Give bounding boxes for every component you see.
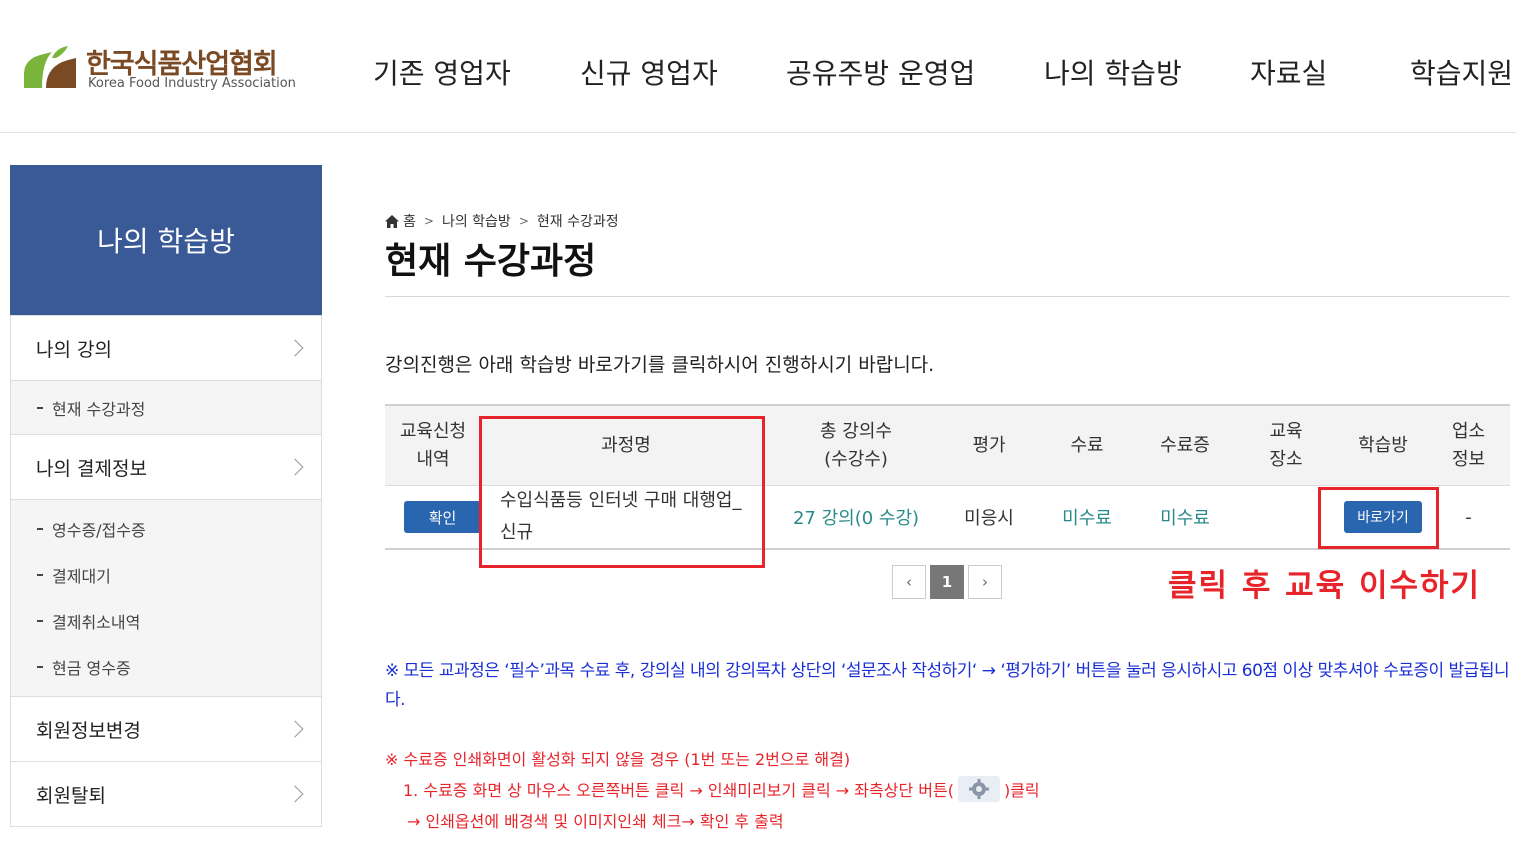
sidebar-item-label: 회원탈퇴 bbox=[36, 784, 106, 807]
sidebar-submenu-lectures: 현재 수강과정 bbox=[11, 380, 321, 434]
highlight-go-button-box bbox=[1318, 487, 1439, 549]
sidebar-subitem-label: 현금 영수증 bbox=[52, 659, 131, 678]
breadcrumb: 홈 > 나의 학습방 > 현재 수강과정 bbox=[385, 211, 619, 231]
logo-icon bbox=[24, 46, 76, 88]
dash-icon bbox=[37, 666, 43, 668]
nav-resources[interactable]: 자료실 bbox=[1250, 52, 1327, 92]
chevron-right-icon bbox=[286, 720, 304, 738]
dash-icon bbox=[37, 528, 43, 530]
sidebar-subitem-payment-cancel[interactable]: 결제취소내역 bbox=[11, 598, 321, 644]
col-business-info: 업소 정보 bbox=[1451, 421, 1486, 470]
col-place: 교육 장소 bbox=[1269, 421, 1303, 470]
pagination-prev-button[interactable]: ‹ bbox=[892, 565, 926, 599]
cell-certificate: 미수료 bbox=[1160, 508, 1210, 529]
cell-evaluation: 미응시 bbox=[964, 508, 1014, 529]
nav-shared-kitchen[interactable]: 공유주방 운영업 bbox=[786, 52, 975, 92]
gear-icon bbox=[957, 776, 1000, 802]
sidebar-item-edit-member[interactable]: 회원정보변경 bbox=[11, 696, 321, 761]
breadcrumb-home[interactable]: 홈 bbox=[403, 211, 416, 231]
chevron-right-icon: > bbox=[423, 214, 434, 228]
breadcrumb-current: 현재 수강과정 bbox=[536, 214, 619, 230]
sidebar-title: 나의 학습방 bbox=[10, 165, 322, 315]
pagination-page-1[interactable]: 1 bbox=[930, 565, 964, 599]
sidebar-subitem-label: 결제대기 bbox=[52, 567, 111, 586]
chevron-right-icon bbox=[286, 458, 304, 476]
sidebar-subitem-label: 현재 수강과정 bbox=[52, 399, 146, 419]
nav-existing-business[interactable]: 기존 영업자 bbox=[373, 52, 511, 92]
sidebar-item-label: 회원정보변경 bbox=[36, 719, 141, 742]
instruction-callout: 클릭 후 교육 이수하기 bbox=[1168, 568, 1482, 604]
site-logo[interactable]: 한국식품산업협회 Korea Food Industry Association bbox=[22, 42, 322, 96]
chevron-right-icon bbox=[286, 339, 304, 357]
nav-learning-support[interactable]: 학습지원 bbox=[1410, 52, 1513, 92]
dash-icon bbox=[37, 574, 43, 576]
sidebar-item-my-lectures[interactable]: 나의 강의 bbox=[11, 315, 321, 380]
notice-step-1-suffix: )클릭 bbox=[1003, 781, 1040, 800]
nav-new-business[interactable]: 신규 영업자 bbox=[580, 52, 718, 92]
confirm-button[interactable]: 확인 bbox=[403, 501, 482, 533]
sidebar-item-withdraw[interactable]: 회원탈퇴 bbox=[11, 761, 321, 826]
pagination-next-button[interactable]: › bbox=[968, 565, 1002, 599]
col-certificate: 수료증 bbox=[1160, 435, 1210, 456]
col-completion: 수료 bbox=[1070, 435, 1104, 456]
sidebar-subitem-label: 영수증/접수증 bbox=[52, 521, 146, 540]
title-divider bbox=[385, 296, 1510, 297]
page-title: 현재 수강과정 bbox=[385, 241, 597, 282]
col-lectures: 총 강의수 (수강수) bbox=[820, 421, 892, 470]
sidebar-subitem-receipts[interactable]: 영수증/접수증 bbox=[11, 506, 321, 552]
notice-step-1-text: 1. 수료증 화면 상 마우스 오른쪽버튼 클릭 → 인쇄미리보기 클릭 → 좌… bbox=[403, 781, 954, 800]
sidebar-subitem-label: 결제취소내역 bbox=[52, 613, 141, 632]
cell-business-info: - bbox=[1465, 506, 1472, 528]
nav-my-learning[interactable]: 나의 학습방 bbox=[1044, 52, 1182, 92]
sidebar-submenu-payment: 영수증/접수증 결제대기 결제취소내역 현금 영수증 bbox=[11, 499, 321, 696]
site-header: 한국식품산업협회 Korea Food Industry Association… bbox=[0, 0, 1516, 133]
notice-step-1: 1. 수료증 화면 상 마우스 오른쪽버튼 클릭 → 인쇄미리보기 클릭 → 좌… bbox=[403, 776, 1040, 802]
sidebar-item-label: 나의 강의 bbox=[36, 338, 112, 361]
col-learning-room: 학습방 bbox=[1358, 435, 1408, 456]
guide-text: 강의진행은 아래 학습방 바로가기를 클릭하시어 진행하시기 바랍니다. bbox=[385, 354, 935, 376]
sidebar-menu: 나의 강의 현재 수강과정 나의 결제정보 영수증/접수증 결제대기 결제취소내… bbox=[10, 315, 322, 827]
dash-icon bbox=[37, 620, 43, 622]
breadcrumb-my-learning[interactable]: 나의 학습방 bbox=[442, 211, 511, 231]
sidebar-subitem-cash-receipt[interactable]: 현금 영수증 bbox=[11, 644, 321, 690]
dash-icon bbox=[37, 406, 43, 409]
notice-evaluation: ※ 모든 교과정은 ‘필수’과목 수료 후, 강의실 내의 강의목차 상단의 ‘… bbox=[385, 661, 1510, 710]
notice-certificate-title: ※ 수료증 인쇄화면이 활성화 되지 않을 경우 (1번 또는 2번으로 해결) bbox=[385, 750, 851, 769]
col-evaluation: 평가 bbox=[972, 435, 1006, 456]
sidebar-item-payment-info[interactable]: 나의 결제정보 bbox=[11, 434, 321, 499]
logo-english-text: Korea Food Industry Association bbox=[88, 76, 296, 91]
sidebar-item-label: 나의 결제정보 bbox=[36, 457, 147, 480]
cell-completion: 미수료 bbox=[1062, 508, 1112, 529]
cell-lectures: 27 강의(0 수강) bbox=[792, 508, 920, 529]
col-application: 교육신청 내역 bbox=[399, 421, 467, 470]
highlight-course-name-box bbox=[479, 416, 765, 568]
home-icon bbox=[385, 214, 399, 228]
chevron-right-icon: > bbox=[518, 214, 529, 228]
sidebar-subitem-payment-pending[interactable]: 결제대기 bbox=[11, 552, 321, 598]
notice-step-2: → 인쇄옵션에 배경색 및 이미지인쇄 체크→ 확인 후 출력 bbox=[407, 812, 784, 831]
sidebar-subitem-current-courses[interactable]: 현재 수강과정 bbox=[11, 381, 321, 434]
chevron-right-icon bbox=[286, 785, 304, 803]
